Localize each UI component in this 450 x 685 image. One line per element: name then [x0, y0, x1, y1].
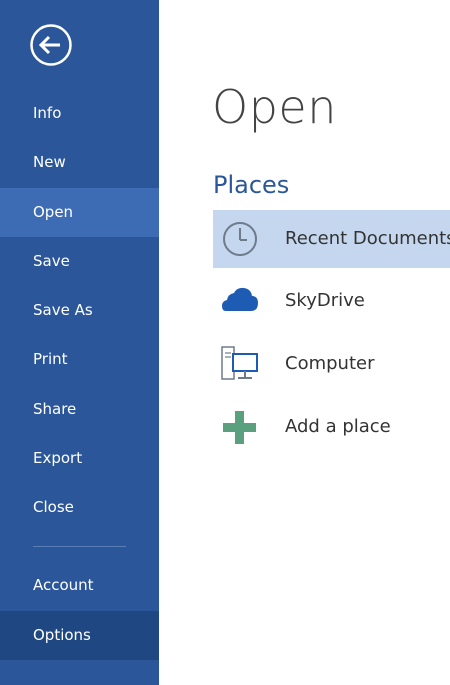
sidebar-divider	[33, 546, 126, 547]
place-add-a-place[interactable]: Add a place	[213, 398, 450, 456]
main-panel: Open Places Recent Documents SkyDrive Co…	[159, 0, 450, 685]
place-label: Add a place	[285, 416, 391, 437]
place-label: Computer	[285, 353, 375, 374]
nav-open[interactable]: Open	[0, 188, 159, 237]
nav-share[interactable]: Share	[0, 385, 159, 434]
place-label: Recent Documents	[285, 228, 450, 249]
place-label: SkyDrive	[285, 290, 365, 311]
nav-print[interactable]: Print	[0, 335, 159, 384]
computer-icon	[221, 346, 258, 380]
clock-icon	[223, 222, 257, 256]
nav-new[interactable]: New	[0, 138, 159, 187]
nav-save-as[interactable]: Save As	[0, 286, 159, 335]
nav-account[interactable]: Account	[0, 561, 159, 610]
place-recent-documents[interactable]: Recent Documents	[213, 210, 450, 268]
nav-save[interactable]: Save	[0, 237, 159, 286]
back-arrow-icon[interactable]	[29, 23, 73, 67]
cloud-icon	[222, 287, 258, 311]
backstage-sidebar: Info New Open Save Save As Print Share E…	[0, 0, 159, 685]
place-skydrive[interactable]: SkyDrive	[213, 272, 450, 330]
page-title: Open	[212, 80, 337, 134]
nav-close[interactable]: Close	[0, 483, 159, 532]
nav-info[interactable]: Info	[0, 89, 159, 138]
nav-options[interactable]: Options	[0, 611, 159, 660]
nav-export[interactable]: Export	[0, 434, 159, 483]
places-heading: Places	[213, 171, 290, 199]
place-computer[interactable]: Computer	[213, 335, 450, 393]
plus-icon	[223, 411, 256, 444]
